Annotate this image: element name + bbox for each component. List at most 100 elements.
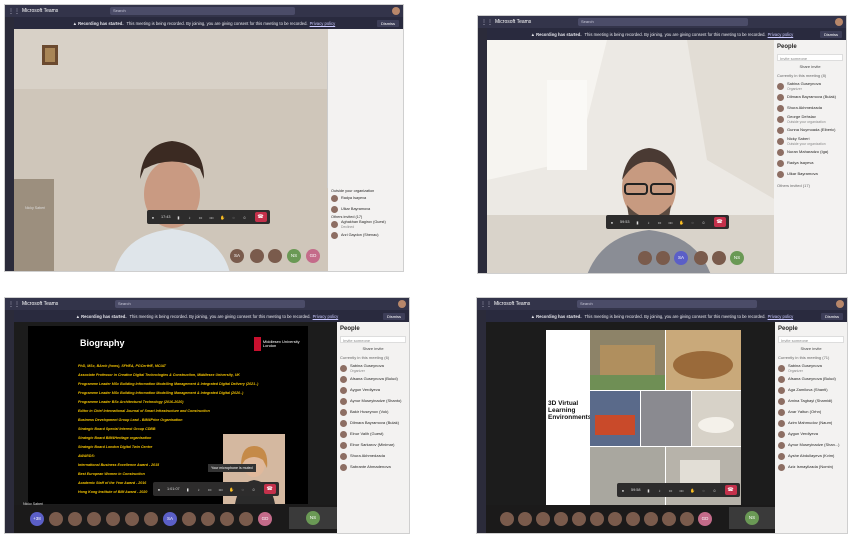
participant-avatar[interactable] (87, 512, 101, 526)
camera-icon[interactable]: ▮ (185, 487, 191, 492)
participant-avatar[interactable] (220, 512, 234, 526)
camera-icon[interactable]: ▮ (635, 220, 641, 225)
privacy-policy-link[interactable]: Privacy policy (313, 314, 339, 319)
person-row[interactable]: Nicky Saberi Outside your organization (777, 136, 843, 147)
participant-avatar[interactable] (268, 249, 282, 263)
chat-icon[interactable]: ◌ (701, 488, 707, 493)
person-row[interactable]: Aziz Ismayilzada (Nomin) (778, 462, 844, 473)
more-options-icon[interactable]: ••• (218, 487, 224, 492)
participant-avatar[interactable]: GD (698, 512, 712, 526)
participant-avatar[interactable] (626, 512, 640, 526)
participant-avatar[interactable] (680, 512, 694, 526)
person-row[interactable]: Ulkar Bayramova (331, 204, 401, 215)
participant-avatar[interactable] (106, 512, 120, 526)
participants-icon[interactable]: ☺ (701, 220, 707, 225)
participant-avatar[interactable] (662, 512, 676, 526)
participant-avatar[interactable] (125, 512, 139, 526)
person-row[interactable]: Aga Zamilova (Shanti) (778, 385, 844, 396)
person-row[interactable]: Bakir Huseynov (Vok) (340, 407, 406, 418)
chat-icon[interactable]: ◌ (240, 487, 246, 492)
camera-icon[interactable]: ▮ (176, 215, 182, 220)
person-row[interactable]: Shura Akhmedzada (340, 451, 406, 462)
participant-avatar[interactable] (518, 512, 532, 526)
person-row[interactable]: Sabrante Ahmadenova (340, 462, 406, 473)
app-grid-icon[interactable]: ⋮⋮ (8, 301, 20, 308)
person-row[interactable]: Aghakhan Bagirov (Guest) Declined (331, 219, 401, 230)
person-row[interactable]: Ulkar Bayramova (777, 169, 843, 180)
person-row[interactable]: Sabina Guseynova Organizer (340, 363, 406, 374)
invite-input[interactable]: Invite someone (777, 54, 843, 61)
person-row[interactable]: Afsana Guseynova (Bulud) (340, 374, 406, 385)
person-row[interactable]: Azim Mahmudov (Naum) (778, 418, 844, 429)
app-grid-icon[interactable]: ⋮⋮ (480, 301, 492, 308)
participant-avatar[interactable] (554, 512, 568, 526)
in-meeting-label[interactable]: Currently in this meeting (8) (777, 73, 843, 78)
participant-avatar[interactable]: SA (230, 249, 244, 263)
person-row[interactable]: Arzi Gaydon (Shenau) (331, 230, 401, 241)
share-screen-icon[interactable]: ▭ (668, 488, 674, 493)
participant-avatar[interactable]: GD (306, 249, 320, 263)
search-input[interactable]: Search (577, 300, 757, 308)
participant-avatar[interactable] (250, 249, 264, 263)
app-grid-icon[interactable]: ⋮⋮ (481, 19, 493, 26)
privacy-policy-link[interactable]: Privacy policy (310, 21, 336, 26)
participants-icon[interactable]: ☺ (712, 488, 718, 493)
person-row[interactable]: Ayshe Abdullayeva (Kvim) (778, 451, 844, 462)
person-row[interactable]: Aynur Museyinadze (Shan...) (778, 440, 844, 451)
search-input[interactable]: Search (110, 7, 295, 15)
participant-avatar[interactable] (694, 251, 708, 265)
hang-up-button[interactable]: ☎ (724, 485, 737, 495)
person-row[interactable]: Sabina Guseynova Organizer (777, 81, 843, 92)
person-row[interactable]: Radya Isayeva (331, 193, 401, 204)
raise-hand-icon[interactable]: ✋ (690, 488, 696, 493)
invite-input[interactable]: Invite someone (340, 336, 406, 343)
participant-avatar[interactable] (536, 512, 550, 526)
person-row[interactable]: Dilmara Bayramova (Bulak) (777, 92, 843, 103)
participant-avatar[interactable]: SA (674, 251, 688, 265)
in-meeting-label[interactable]: Currently in this meeting (71) (778, 355, 844, 360)
person-row[interactable]: Sabina Guseynova Organizer (778, 363, 844, 374)
participant-avatar[interactable] (572, 512, 586, 526)
self-video-tile[interactable]: NS (729, 507, 775, 529)
participant-avatar[interactable]: NS (730, 251, 744, 265)
more-options-icon[interactable]: ••• (668, 220, 674, 225)
person-row[interactable]: Amina Tagbayi (Shamidi) (778, 396, 844, 407)
participant-avatar[interactable] (500, 512, 514, 526)
person-row[interactable]: George Dehslav Outside your organization (777, 114, 843, 125)
person-row[interactable]: Afsana Guseynova (Bulud) (778, 374, 844, 385)
participant-avatar[interactable]: +38 (30, 512, 44, 526)
participant-avatar[interactable] (182, 512, 196, 526)
person-row[interactable]: Shura Akhmedzada (777, 103, 843, 114)
search-input[interactable]: Search (115, 300, 305, 308)
person-row[interactable]: Dilmara Bayramova (Bulak) (340, 418, 406, 429)
participant-avatar[interactable] (68, 512, 82, 526)
share-invite-button[interactable]: Share invite (778, 346, 844, 351)
privacy-policy-link[interactable]: Privacy policy (768, 32, 794, 37)
raise-hand-icon[interactable]: ✋ (229, 487, 235, 492)
mic-icon[interactable]: ♪ (196, 487, 202, 492)
participant-avatar[interactable]: SA (163, 512, 177, 526)
chat-icon[interactable]: ◌ (690, 220, 696, 225)
person-row[interactable]: Gunna Nuymoada (Elberic) (777, 125, 843, 136)
person-row[interactable]: Aygun Verdiyeva (778, 429, 844, 440)
camera-icon[interactable]: ▮ (646, 488, 652, 493)
share-screen-icon[interactable]: ▭ (198, 215, 204, 220)
dismiss-button[interactable]: Dismiss (383, 313, 405, 320)
raise-hand-icon[interactable]: ✋ (679, 220, 685, 225)
share-screen-icon[interactable]: ▭ (657, 220, 663, 225)
mic-icon[interactable]: ♪ (646, 220, 652, 225)
more-options-icon[interactable]: ••• (209, 215, 215, 220)
share-invite-button[interactable]: Share invite (340, 346, 406, 351)
dismiss-button[interactable]: Dismiss (377, 20, 399, 27)
participant-avatar[interactable] (644, 512, 658, 526)
chat-icon[interactable]: ◌ (231, 215, 237, 220)
more-options-icon[interactable]: ••• (679, 488, 685, 493)
mic-icon[interactable]: ♪ (187, 215, 193, 220)
others-invited-label[interactable]: Others invited (17) (777, 183, 843, 188)
hang-up-button[interactable]: ☎ (713, 217, 726, 227)
mic-icon[interactable]: ♪ (657, 488, 663, 493)
participant-avatar[interactable] (144, 512, 158, 526)
raise-hand-icon[interactable]: ✋ (220, 215, 226, 220)
person-row[interactable]: Anar Yaltun (Orhn) (778, 407, 844, 418)
participants-icon[interactable]: ☺ (251, 487, 257, 492)
